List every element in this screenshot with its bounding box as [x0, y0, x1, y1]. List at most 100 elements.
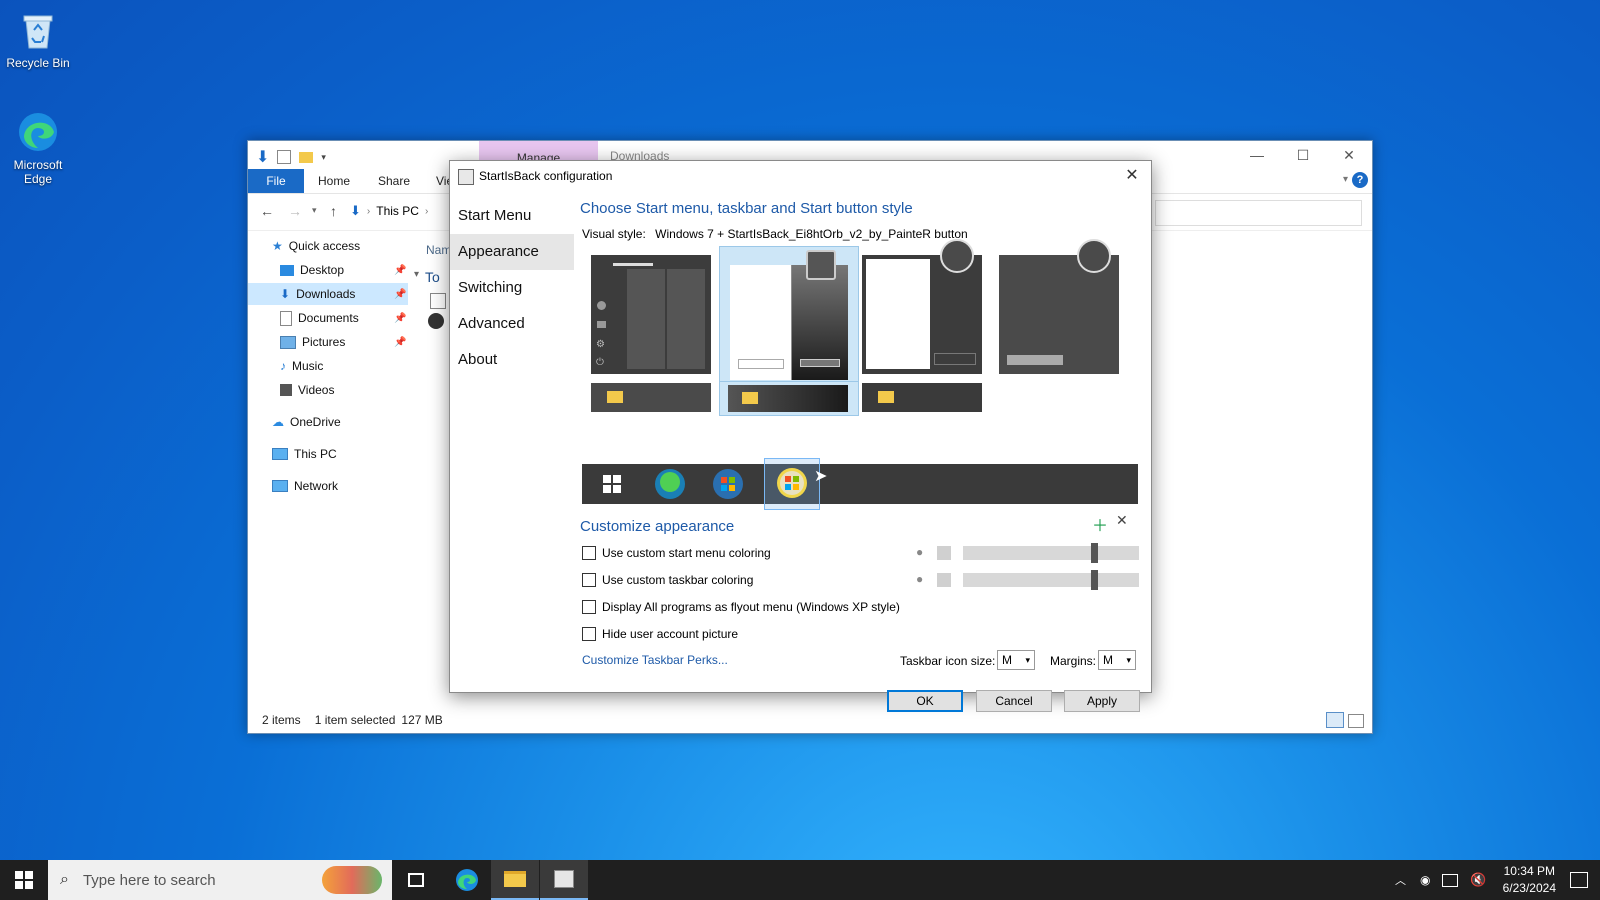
taskbar-startisback[interactable] [540, 860, 588, 900]
cancel-button[interactable]: Cancel [976, 690, 1052, 712]
visual-style-value[interactable]: Windows 7 + StartIsBack_Ei8htOrb_v2_by_P… [655, 227, 968, 241]
task-view-button[interactable] [392, 860, 440, 900]
icon-size-select[interactable]: M ▾ [997, 650, 1035, 670]
start-orb-windows10[interactable] [594, 468, 630, 500]
color-swatch[interactable] [937, 573, 951, 587]
nav-label: Videos [298, 383, 335, 397]
breadcrumb-this-pc[interactable]: This PC [376, 204, 419, 218]
close-icon[interactable]: ✕ [1326, 141, 1372, 169]
nav-start-menu[interactable]: Start Menu [450, 198, 574, 234]
up-icon[interactable]: ↑ [330, 203, 337, 219]
tab-home[interactable]: Home [318, 169, 350, 193]
nav-documents[interactable]: Documents 📌 [280, 307, 408, 329]
recent-locations-icon[interactable]: ▾ [312, 205, 317, 216]
slider-thumb[interactable] [1091, 543, 1099, 563]
taskbar-search-box[interactable]: ⌕ Type here to search [48, 860, 392, 900]
slider-thumb[interactable] [1091, 570, 1099, 590]
option-flyout-all-programs[interactable]: Display All programs as flyout menu (Win… [582, 600, 900, 614]
nav-music[interactable]: ♪ Music [280, 355, 408, 377]
minimize-icon[interactable]: — [1234, 141, 1280, 169]
color-drop-icon[interactable]: ● [916, 545, 923, 559]
option-custom-taskbar-coloring[interactable]: Use custom taskbar coloring [582, 573, 753, 587]
start-menu-style-windows10[interactable]: ⚙ ⏻ [591, 255, 711, 374]
checkbox[interactable] [582, 573, 596, 587]
meet-now-icon[interactable]: ◉ [1420, 873, 1430, 887]
file-icon[interactable] [430, 293, 446, 309]
ok-button[interactable]: OK [887, 690, 963, 712]
volume-muted-icon[interactable]: 🔇 [1470, 872, 1486, 888]
checkbox[interactable] [582, 600, 596, 614]
help-icon[interactable]: ? [1352, 172, 1368, 188]
nav-advanced[interactable]: Advanced [450, 306, 574, 342]
group-header[interactable]: ▾ To [414, 269, 440, 285]
start-orb-ei8ht-selected[interactable] [764, 458, 820, 510]
nav-this-pc[interactable]: This PC [272, 443, 408, 465]
network-icon[interactable] [1442, 873, 1459, 887]
chevron-up-icon[interactable]: ︿ [1395, 872, 1406, 888]
add-orb-icon[interactable]: ＋ [1092, 512, 1108, 536]
new-folder-icon[interactable] [299, 151, 314, 163]
music-icon: ♪ [280, 359, 286, 373]
nav-desktop[interactable]: Desktop 📌 [280, 259, 408, 281]
breadcrumb-separator-icon: › [366, 205, 371, 217]
pin-icon[interactable]: 📌 [394, 337, 406, 348]
taskbar-style-1[interactable] [591, 383, 711, 412]
properties-icon[interactable] [277, 150, 292, 164]
desktop-icon-recycle-bin[interactable]: Recycle Bin [0, 8, 76, 70]
start-menu-style-flat[interactable] [999, 239, 1119, 374]
search-highlight-icon[interactable] [322, 866, 382, 894]
start-orb-windows7[interactable] [710, 468, 746, 500]
nav-network[interactable]: Network [272, 475, 408, 497]
nav-switching[interactable]: Switching [450, 270, 574, 306]
nav-videos[interactable]: Videos [280, 379, 408, 401]
margins-select[interactable]: M ▾ [1098, 650, 1136, 670]
pin-icon[interactable]: 📌 [394, 289, 406, 300]
checkbox[interactable] [582, 546, 596, 560]
color-drop-icon[interactable]: ● [916, 572, 923, 586]
nav-appearance[interactable]: Appearance [450, 234, 574, 270]
customize-toolbar-icon[interactable]: ▾ [321, 152, 326, 163]
option-custom-start-menu-coloring[interactable]: Use custom start menu coloring [582, 546, 771, 560]
option-hide-user-picture[interactable]: Hide user account picture [582, 627, 738, 641]
column-header-name[interactable]: Nam [426, 243, 451, 257]
address-bar[interactable]: ⬇ › This PC › [350, 200, 442, 222]
apply-button[interactable]: Apply [1064, 690, 1140, 712]
pin-icon[interactable]: 📌 [394, 265, 406, 276]
nav-about[interactable]: About [450, 342, 574, 378]
clock[interactable]: 10:34 PM 6/23/2024 [1503, 863, 1556, 897]
tab-share[interactable]: Share [378, 169, 410, 193]
start-menu-opacity-slider[interactable] [963, 543, 1139, 563]
taskbar-opacity-slider[interactable] [963, 570, 1139, 590]
tab-file[interactable]: File [248, 169, 304, 193]
search-box[interactable] [1155, 200, 1362, 226]
start-menu-style-windows7[interactable] [719, 246, 859, 386]
taskbar-file-explorer[interactable] [491, 860, 539, 900]
select-value: M [1002, 653, 1012, 667]
details-view-icon[interactable] [1326, 712, 1344, 728]
large-icons-view-icon[interactable] [1348, 714, 1364, 728]
nav-downloads[interactable]: ⬇ Downloads 📌 [248, 283, 408, 305]
forward-icon[interactable]: → [288, 203, 302, 219]
taskbar-style-3[interactable] [862, 383, 982, 412]
chevron-down-icon[interactable]: ▾ [1343, 174, 1348, 185]
desktop-icon-edge[interactable]: Microsoft Edge [0, 110, 76, 186]
start-orb-green[interactable] [652, 468, 688, 500]
nav-quick-access[interactable]: ★ Quick access [272, 235, 408, 257]
remove-orb-icon[interactable]: ✕ [1116, 512, 1128, 529]
checkbox[interactable] [582, 627, 596, 641]
customize-taskbar-perks-link[interactable]: Customize Taskbar Perks... [582, 653, 728, 667]
taskbar-style-2[interactable] [719, 381, 859, 416]
taskbar-edge[interactable] [443, 860, 491, 900]
notifications-icon[interactable] [1570, 872, 1588, 888]
maximize-icon[interactable]: ☐ [1280, 141, 1326, 169]
nav-pictures[interactable]: Pictures 📌 [280, 331, 408, 353]
back-icon[interactable]: ← [260, 203, 274, 219]
start-button[interactable] [0, 860, 48, 900]
download-arrow-icon[interactable]: ⬇ [256, 147, 269, 167]
start-menu-style-vista[interactable] [862, 239, 982, 374]
nav-onedrive[interactable]: ☁ OneDrive [272, 411, 408, 433]
pin-icon[interactable]: 📌 [394, 313, 406, 324]
file-icon[interactable] [428, 313, 444, 329]
close-icon[interactable]: ✕ [1121, 165, 1143, 187]
color-swatch[interactable] [937, 546, 951, 560]
